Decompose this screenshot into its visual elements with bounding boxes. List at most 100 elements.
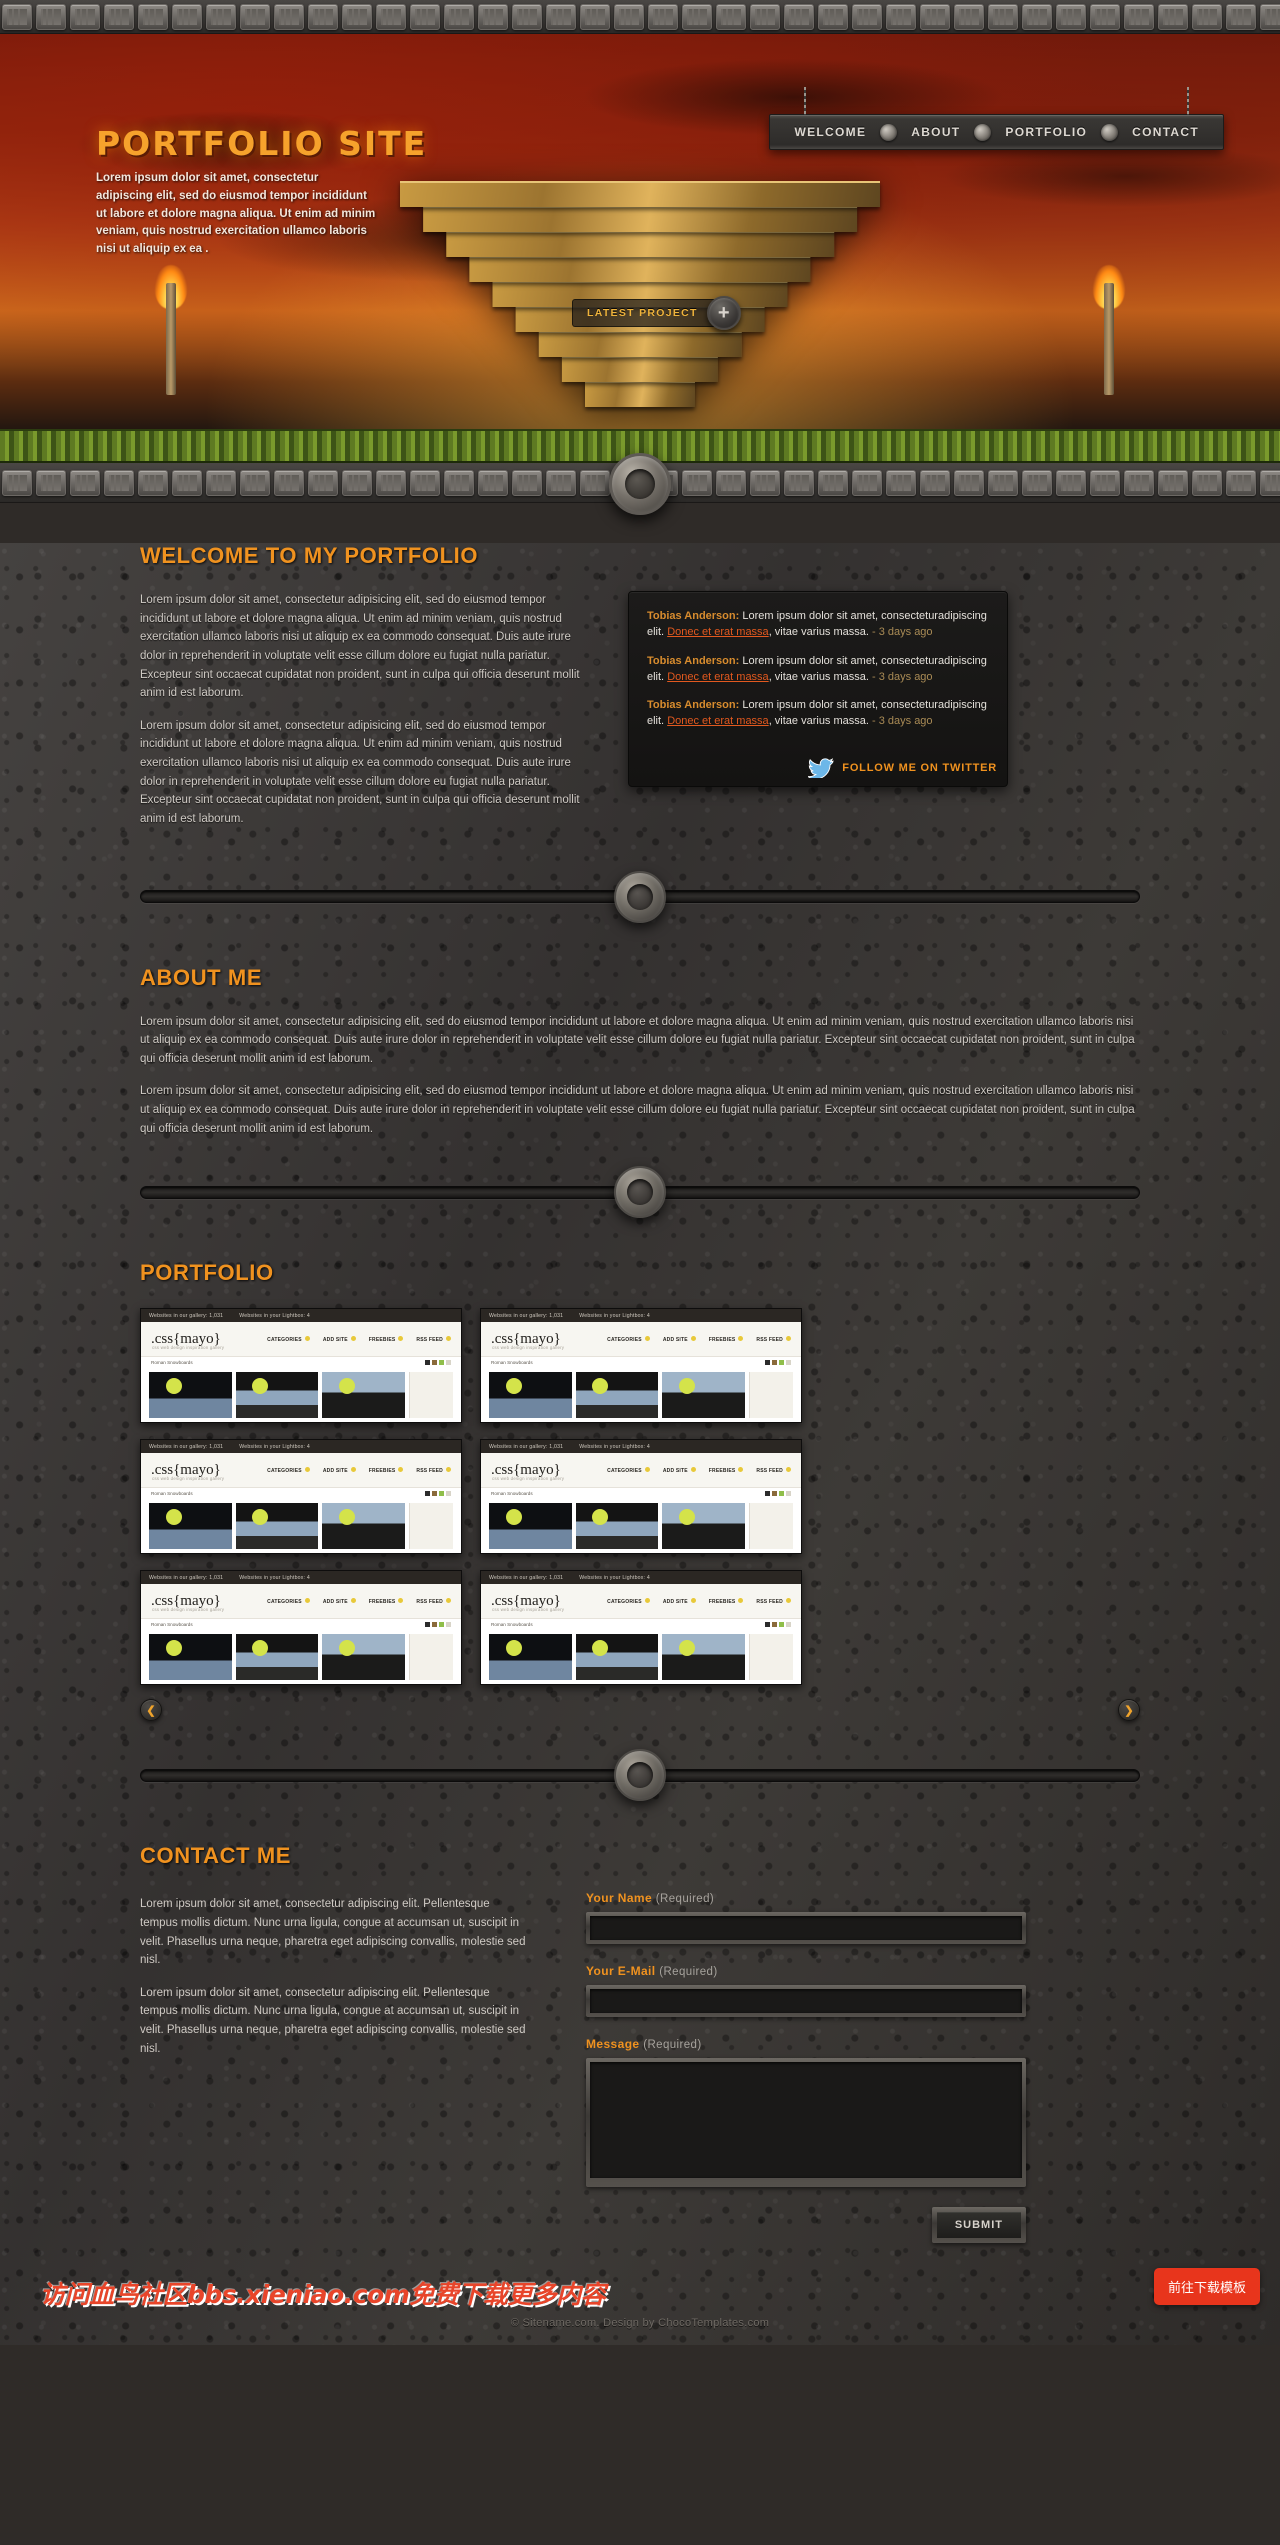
pyramid-illustration xyxy=(400,157,880,407)
thumb-nav-item: FREEBIES xyxy=(709,1466,744,1474)
your-email-input[interactable] xyxy=(590,1989,1022,2014)
thumb-tagline: css web design inspiration gallery xyxy=(492,1476,565,1482)
mayan-glyph-icon xyxy=(138,3,168,30)
portfolio-next-button[interactable]: ❯ xyxy=(1118,1699,1140,1722)
mayan-glyph-icon xyxy=(206,469,236,496)
thumb-nav-dot-icon xyxy=(690,1597,696,1603)
thumb-nav-dot-icon xyxy=(304,1335,310,1341)
thumb-color-swatches xyxy=(425,1360,451,1366)
contact-paragraph: Lorem ipsum dolor sit amet, consectetur … xyxy=(140,1986,526,2055)
your-name-label: Your Name (Required) xyxy=(586,1891,1026,1905)
nav-item-about[interactable]: ABOUT xyxy=(903,125,968,139)
mayan-glyph-icon xyxy=(988,469,1018,496)
main-content: WELCOME TO MY PORTFOLIO Lorem ipsum dolo… xyxy=(0,543,1280,2345)
thumb-nav-item: CATEGORIES xyxy=(267,1466,310,1474)
thumb-tagline: css web design inspiration gallery xyxy=(492,1345,565,1351)
portfolio-heading: PORTFOLIO xyxy=(140,1260,274,1286)
thumb-header: .css{mayo} css web design inspiration gal… xyxy=(141,1584,461,1619)
portfolio-thumbnail[interactable]: Websites in our gallery: 1,031 Websites i… xyxy=(140,1439,462,1555)
mayan-glyph-icon xyxy=(36,3,66,30)
submit-button[interactable]: SUBMIT xyxy=(936,2212,1021,2239)
nav-item-portfolio[interactable]: PORTFOLIO xyxy=(997,125,1095,139)
thumb-nav: CATEGORIES ADD SITE FREEBIES RSS FEED xyxy=(607,1335,791,1343)
nav-separator-icon xyxy=(880,123,898,141)
thumb-gallery-count: Websites in our gallery: 1,031 xyxy=(489,1312,564,1319)
portfolio-prev-button[interactable]: ❮ xyxy=(140,1699,162,1722)
portfolio-thumbnail[interactable]: Websites in our gallery: 1,031 Websites i… xyxy=(480,1570,802,1686)
mayan-glyph-icon xyxy=(172,469,202,496)
tweet-link[interactable]: Donec et erat massa xyxy=(667,671,769,683)
thumb-lightbox-count: Websites in your Lightbox: 4 xyxy=(579,1443,650,1450)
mayan-glyph-icon xyxy=(2,469,32,496)
tweet-link[interactable]: Donec et erat massa xyxy=(667,715,769,727)
tweet-username[interactable]: Tobias Anderson: xyxy=(647,610,739,622)
thumb-subbar-label: Roman Snowboards xyxy=(491,1622,533,1628)
thumb-topbar: Websites in our gallery: 1,031 Websites i… xyxy=(141,1571,461,1585)
thumb-nav-item: RSS FEED xyxy=(416,1466,451,1474)
portfolio-thumbnail[interactable]: Websites in our gallery: 1,031 Websites i… xyxy=(480,1308,802,1424)
mayan-glyph-icon xyxy=(954,469,984,496)
thumb-screenshot xyxy=(575,1634,659,1681)
thumb-sidebar xyxy=(749,1503,794,1550)
thumb-accent-circle xyxy=(165,1509,182,1526)
thumb-topbar: Websites in our gallery: 1,031 Websites i… xyxy=(141,1309,461,1323)
mayan-glyph-icon xyxy=(614,3,644,30)
thumb-swatch xyxy=(772,1491,777,1497)
thumb-subbar: Roman Snowboards xyxy=(481,1356,801,1369)
tweet-link[interactable]: Donec et erat massa xyxy=(667,626,769,638)
nav-item-welcome[interactable]: WELCOME xyxy=(786,125,874,139)
thumb-nav-dot-icon xyxy=(304,1466,310,1472)
portfolio-thumbnail[interactable]: Websites in our gallery: 1,031 Websites i… xyxy=(140,1308,462,1424)
plus-icon[interactable]: + xyxy=(706,296,741,330)
message-textarea[interactable] xyxy=(590,2062,1022,2179)
latest-project-button[interactable]: LATEST PROJECT + xyxy=(572,296,741,330)
pyramid-step xyxy=(538,331,742,357)
thumb-header: .css{mayo} css web design inspiration gal… xyxy=(481,1584,801,1619)
chain-decoration xyxy=(1187,87,1189,115)
follow-on-twitter-link[interactable]: FOLLOW ME ON TWITTER xyxy=(633,752,1003,782)
mayan-glyph-icon xyxy=(172,3,202,30)
thumb-accent-circle xyxy=(678,1378,695,1395)
nav-item-contact[interactable]: CONTACT xyxy=(1124,125,1207,139)
mayan-glyph-icon xyxy=(444,3,474,30)
mayan-glyph-icon xyxy=(308,469,338,496)
thumb-accent-circle xyxy=(592,1640,609,1657)
pyramid-step xyxy=(400,181,880,207)
thumb-screenshot xyxy=(662,1634,746,1681)
thumb-nav-item: FREEBIES xyxy=(369,1335,404,1343)
thumb-nav-item: RSS FEED xyxy=(416,1335,451,1343)
thumb-subbar-label: Roman Snowboards xyxy=(491,1360,533,1366)
thumb-nav-dot-icon xyxy=(398,1335,404,1341)
mayan-glyph-icon xyxy=(206,3,236,30)
portfolio-grid: Websites in our gallery: 1,031 Websites i… xyxy=(140,1308,1140,1686)
thumb-sidebar xyxy=(749,1634,794,1681)
thumb-screenshot xyxy=(662,1372,746,1419)
thumb-swatch xyxy=(432,1360,437,1366)
mayan-glyph-icon xyxy=(1090,469,1120,496)
thumb-screenshot xyxy=(149,1372,232,1419)
thumb-swatch xyxy=(786,1491,791,1497)
portfolio-thumbnail[interactable]: Websites in our gallery: 1,031 Websites i… xyxy=(140,1570,462,1686)
thumb-screenshot xyxy=(149,1503,232,1550)
your-name-input[interactable] xyxy=(590,1916,1022,1941)
follow-label[interactable]: FOLLOW ME ON TWITTER xyxy=(842,762,997,774)
section-divider xyxy=(140,1164,1140,1220)
thumb-subbar: Roman Snowboards xyxy=(141,1487,461,1500)
thumb-gallery-count: Websites in our gallery: 1,031 xyxy=(149,1443,224,1450)
hero-banner: PORTFOLIO SITE Lorem ipsum dolor sit ame… xyxy=(0,34,1280,429)
thumb-accent-circle xyxy=(338,1378,355,1395)
welcome-paragraph: Lorem ipsum dolor sit amet, consectetur … xyxy=(140,719,580,825)
about-paragraph: Lorem ipsum dolor sit amet, consectetur … xyxy=(140,1085,1135,1135)
tweet-timestamp: - 3 days ago xyxy=(868,715,933,728)
thumb-screenshot xyxy=(322,1372,406,1419)
portfolio-thumbnail[interactable]: Websites in our gallery: 1,031 Websites i… xyxy=(480,1439,802,1555)
tweet-username[interactable]: Tobias Anderson: xyxy=(647,699,739,711)
mayan-glyph-icon xyxy=(1022,469,1052,496)
thumb-nav: CATEGORIES ADD SITE FREEBIES RSS FEED xyxy=(607,1597,791,1605)
tweet-username[interactable]: Tobias Anderson: xyxy=(647,655,739,667)
latest-project-label[interactable]: LATEST PROJECT xyxy=(572,299,725,327)
thumb-accent-circle xyxy=(338,1640,355,1657)
thumb-subbar: Roman Snowboards xyxy=(141,1618,461,1631)
thumb-nav: CATEGORIES ADD SITE FREEBIES RSS FEED xyxy=(267,1466,451,1474)
download-template-button[interactable]: 前往下载模板 xyxy=(1153,2268,1260,2306)
